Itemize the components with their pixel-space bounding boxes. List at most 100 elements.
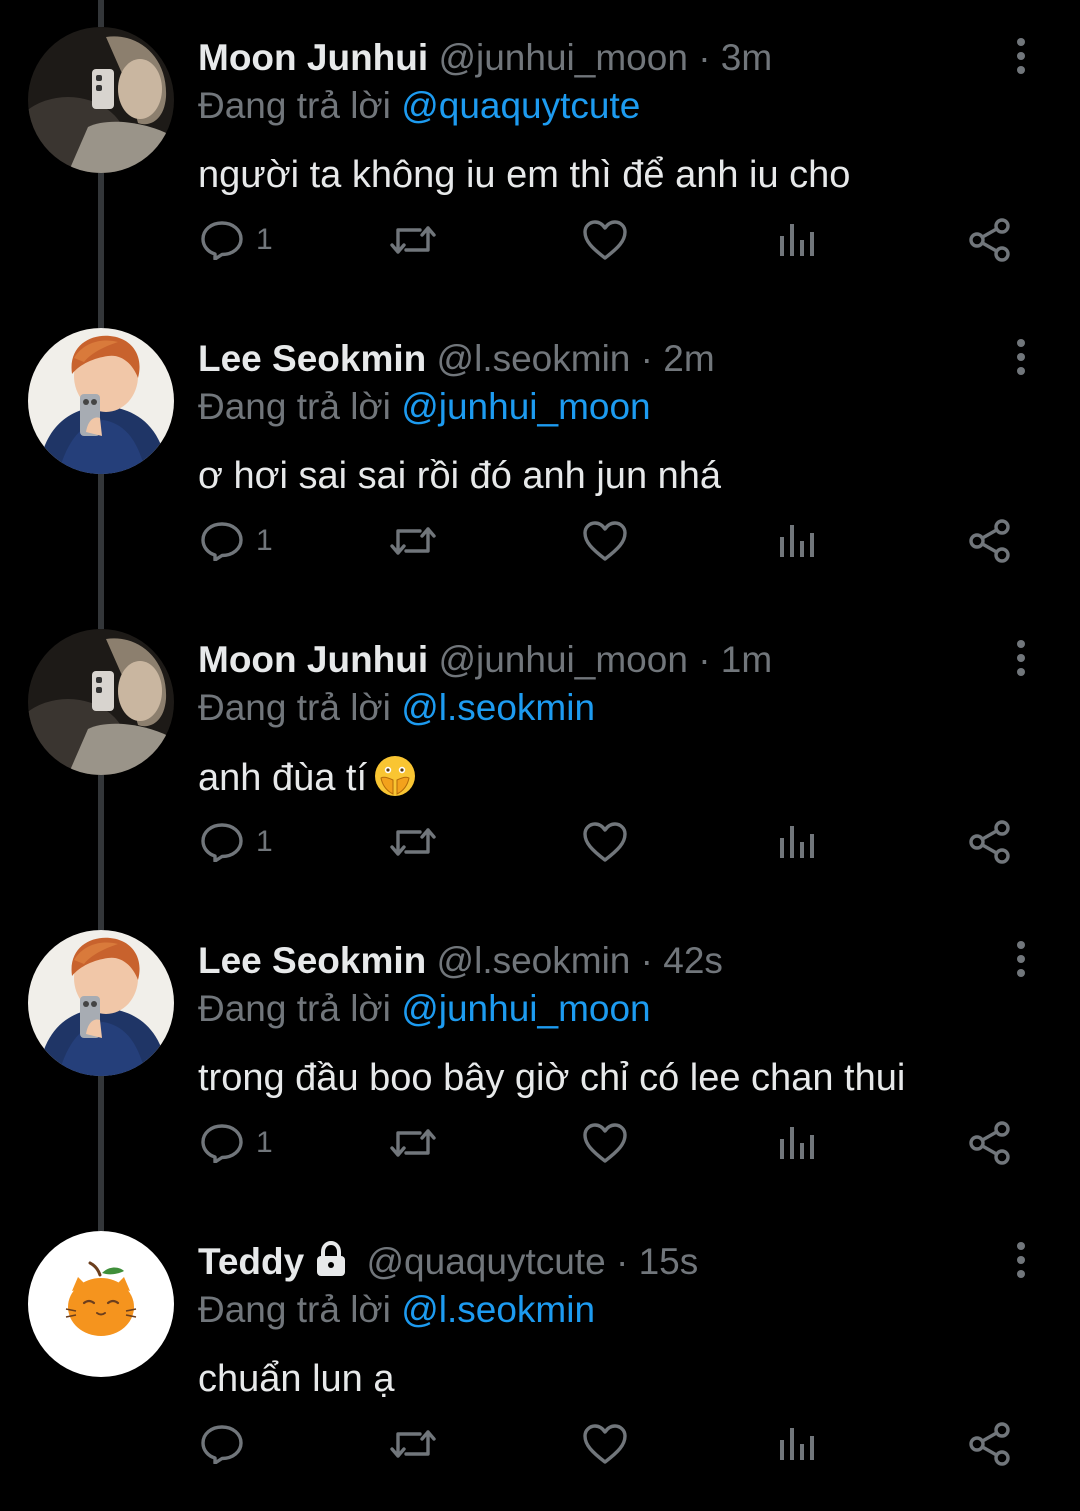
views-button[interactable] bbox=[778, 511, 816, 571]
more-vertical-icon[interactable] bbox=[1006, 1240, 1036, 1280]
display-name[interactable]: Lee Seokmin bbox=[198, 940, 426, 981]
views-icon bbox=[778, 1123, 816, 1163]
heart-icon bbox=[582, 520, 628, 562]
orange-cat-avatar[interactable] bbox=[28, 1231, 174, 1377]
reply-mention-link[interactable]: @l.seokmin bbox=[401, 687, 595, 728]
retweet-button[interactable] bbox=[388, 511, 438, 571]
heart-icon bbox=[582, 821, 628, 863]
tweet-text: người ta không iu em thì để anh iu cho bbox=[198, 152, 850, 198]
replying-to-label: Đang trả lời bbox=[198, 988, 391, 1029]
more-vertical-icon[interactable] bbox=[1006, 939, 1036, 979]
timestamp[interactable]: 42s bbox=[663, 940, 723, 981]
user-handle[interactable]: @junhui_moon bbox=[438, 37, 687, 78]
like-button[interactable] bbox=[582, 210, 628, 270]
tweet-text-content: ơ hơi sai sai rồi đó anh jun nhá bbox=[198, 455, 722, 497]
share-button[interactable] bbox=[968, 511, 1012, 571]
replying-to: Đang trả lời @l.seokmin bbox=[198, 686, 595, 730]
junhui-avatar[interactable] bbox=[28, 629, 174, 775]
replying-to-label: Đang trả lời bbox=[198, 85, 391, 126]
tweet-text: ơ hơi sai sai rồi đó anh jun nhá bbox=[198, 453, 721, 499]
retweet-icon bbox=[388, 1123, 438, 1163]
views-button[interactable] bbox=[778, 1414, 816, 1474]
user-handle[interactable]: @junhui_moon bbox=[438, 639, 687, 680]
more-vertical-icon[interactable] bbox=[1006, 337, 1036, 377]
seokmin-avatar[interactable] bbox=[28, 930, 174, 1076]
retweet-icon bbox=[388, 1424, 438, 1464]
tweet-text-content: anh đùa tí bbox=[198, 757, 368, 799]
like-button[interactable] bbox=[582, 1414, 628, 1474]
like-button[interactable] bbox=[582, 511, 628, 571]
tweet-5[interactable]: Teddy @quaquytcute · 15s Đang trả lời @l… bbox=[0, 1204, 1080, 1505]
user-handle[interactable]: @l.seokmin bbox=[437, 940, 631, 981]
tweet-header: Teddy @quaquytcute · 15s bbox=[198, 1240, 698, 1288]
retweet-button[interactable] bbox=[388, 1414, 438, 1474]
reply-mention-link[interactable]: @junhui_moon bbox=[401, 988, 650, 1029]
retweet-button[interactable] bbox=[388, 210, 438, 270]
retweet-icon bbox=[388, 220, 438, 260]
tweet-text-content: trong đầu boo bây giờ chỉ có lee chan th… bbox=[198, 1057, 906, 1099]
reply-button[interactable]: 1 bbox=[200, 1113, 273, 1173]
heart-icon bbox=[582, 219, 628, 261]
tweet-actions: 1 bbox=[0, 1113, 1080, 1173]
junhui-avatar[interactable] bbox=[28, 27, 174, 173]
display-name[interactable]: Lee Seokmin bbox=[198, 338, 426, 379]
share-icon bbox=[968, 1121, 1012, 1165]
views-icon bbox=[778, 220, 816, 260]
seokmin-avatar[interactable] bbox=[28, 328, 174, 474]
separator-dot: · bbox=[640, 940, 653, 981]
reply-count: 1 bbox=[256, 1126, 273, 1159]
reply-button[interactable]: 1 bbox=[200, 812, 273, 872]
replying-to: Đang trả lời @quaquytcute bbox=[198, 84, 640, 128]
share-button[interactable] bbox=[968, 210, 1012, 270]
reply-button[interactable]: 1 bbox=[200, 511, 273, 571]
share-button[interactable] bbox=[968, 812, 1012, 872]
views-button[interactable] bbox=[778, 1113, 816, 1173]
reply-mention-link[interactable]: @junhui_moon bbox=[401, 386, 650, 427]
share-button[interactable] bbox=[968, 1113, 1012, 1173]
display-name[interactable]: Moon Junhui bbox=[198, 639, 428, 680]
timestamp[interactable]: 15s bbox=[639, 1241, 699, 1282]
reply-button[interactable]: 1 bbox=[200, 210, 273, 270]
tweet-header: Moon Junhui @junhui_moon · 3m bbox=[198, 36, 772, 80]
replying-to-label: Đang trả lời bbox=[198, 1289, 391, 1330]
reply-count: 1 bbox=[256, 524, 273, 557]
display-name[interactable]: Teddy bbox=[198, 1241, 304, 1282]
share-icon bbox=[968, 519, 1012, 563]
more-vertical-icon[interactable] bbox=[1006, 638, 1036, 678]
tweet-1[interactable]: Moon Junhui @junhui_moon · 3m Đang trả l… bbox=[0, 0, 1080, 328]
retweet-icon bbox=[388, 822, 438, 862]
share-icon bbox=[968, 1422, 1012, 1466]
like-button[interactable] bbox=[582, 1113, 628, 1173]
retweet-icon bbox=[388, 521, 438, 561]
tweet-text-content: chuẩn lun ạ bbox=[198, 1358, 395, 1400]
replying-to: Đang trả lời @l.seokmin bbox=[198, 1288, 595, 1332]
replying-to: Đang trả lời @junhui_moon bbox=[198, 385, 651, 429]
tweet-4[interactable]: Lee Seokmin @l.seokmin · 42s Đang trả lờ… bbox=[0, 903, 1080, 1231]
separator-dot: · bbox=[698, 639, 711, 680]
tweet-2[interactable]: Lee Seokmin @l.seokmin · 2m Đang trả lời… bbox=[0, 301, 1080, 629]
views-button[interactable] bbox=[778, 812, 816, 872]
separator-dot: · bbox=[640, 338, 653, 379]
timestamp[interactable]: 3m bbox=[721, 37, 772, 78]
views-button[interactable] bbox=[778, 210, 816, 270]
tweet-header: Moon Junhui @junhui_moon · 1m bbox=[198, 638, 772, 682]
share-button[interactable] bbox=[968, 1414, 1012, 1474]
retweet-button[interactable] bbox=[388, 812, 438, 872]
display-name[interactable]: Moon Junhui bbox=[198, 37, 428, 78]
reply-mention-link[interactable]: @quaquytcute bbox=[401, 85, 640, 126]
like-button[interactable] bbox=[582, 812, 628, 872]
timestamp[interactable]: 1m bbox=[721, 639, 772, 680]
comment-icon bbox=[200, 1424, 244, 1464]
comment-icon bbox=[200, 1123, 244, 1163]
reply-button[interactable] bbox=[200, 1414, 244, 1474]
user-handle[interactable]: @l.seokmin bbox=[437, 338, 631, 379]
lock-icon bbox=[312, 1240, 350, 1288]
tweet-3[interactable]: Moon Junhui @junhui_moon · 1m Đang trả l… bbox=[0, 602, 1080, 930]
retweet-button[interactable] bbox=[388, 1113, 438, 1173]
timestamp[interactable]: 2m bbox=[663, 338, 714, 379]
separator-dot: · bbox=[698, 37, 711, 78]
more-vertical-icon[interactable] bbox=[1006, 36, 1036, 76]
user-handle[interactable]: @quaquytcute bbox=[367, 1241, 606, 1282]
reply-mention-link[interactable]: @l.seokmin bbox=[401, 1289, 595, 1330]
tweet-actions bbox=[0, 1414, 1080, 1474]
